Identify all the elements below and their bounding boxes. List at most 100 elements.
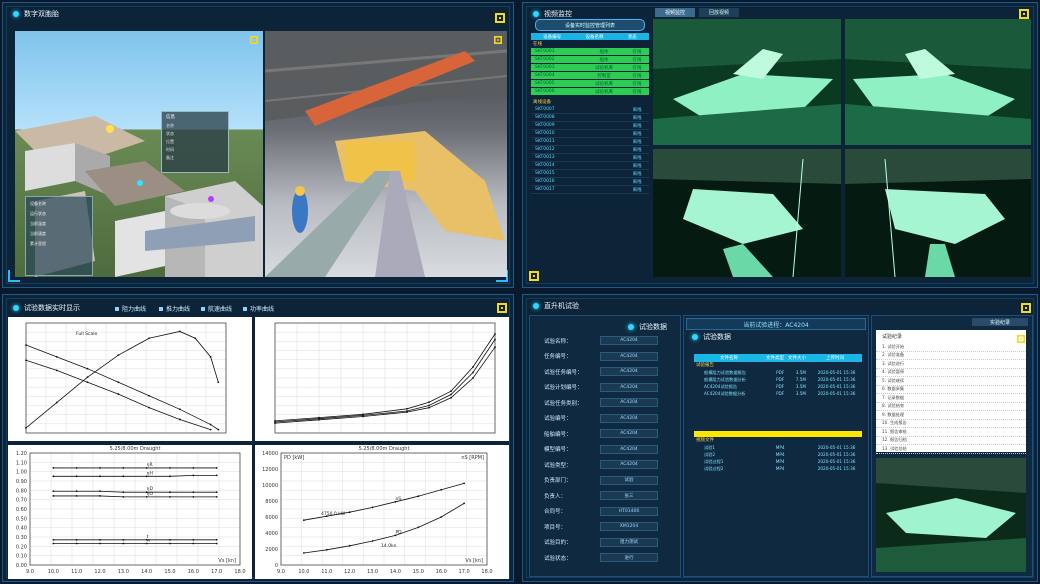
record-item[interactable]: 2. 试验准备 [876, 352, 1026, 360]
device-row[interactable]: SKT0015 离线 [531, 170, 649, 178]
record-item[interactable]: 12. 报告归档 [876, 437, 1026, 445]
device-list: 设备实时监控管理列表 设备编号 设备名称 状态 在线 SKT0001 船体 在线 SK… [531, 17, 649, 279]
camera-view-3[interactable] [653, 149, 841, 277]
device-list-button[interactable]: 设备实时监控管理列表 [535, 19, 645, 31]
field-value[interactable]: XM1204 [600, 522, 658, 531]
device-row[interactable]: SKT0001 船体 在线 [531, 48, 649, 55]
series-label: PD [395, 529, 402, 535]
device-row[interactable]: SKT0005 试验机库 在线 [531, 80, 649, 87]
record-item[interactable]: 7. 记录数据 [876, 394, 1026, 403]
device-row[interactable]: SKT0016 离线 [531, 178, 649, 186]
tab-resistance[interactable]: 阻力曲线 [115, 304, 146, 313]
field-value[interactable]: AC4204 [600, 413, 658, 423]
data-point [362, 413, 364, 416]
field-value[interactable]: AC4204 [600, 351, 658, 361]
device-row[interactable]: SKT0002 船体 在线 [531, 56, 649, 63]
camera-view-4[interactable] [845, 149, 1031, 277]
record-item[interactable]: 8. 试验结束 [876, 403, 1026, 411]
expand-icon[interactable] [1017, 335, 1025, 343]
device-row[interactable]: SKT0011 离线 [531, 138, 649, 146]
device-row[interactable]: SKT0007 离线 [531, 106, 649, 114]
x-tick-label: 11.0 [321, 569, 332, 575]
field-value[interactable]: AC4204 [600, 429, 658, 438]
device-row[interactable]: SKT0009 离线 [531, 122, 649, 130]
y-tick-label: 8000 [265, 499, 278, 505]
field-value[interactable]: 张三 [600, 491, 658, 500]
expand-icon[interactable] [1019, 9, 1029, 19]
table-row[interactable]: 试验1 MP4 2020-05-01 15:36 [694, 444, 862, 451]
data-point [192, 495, 195, 498]
table-row[interactable]: 试验过程2 MP4 2020-05-01 15:36 [694, 465, 862, 472]
field-value[interactable]: AC4204 [600, 398, 658, 407]
data-point [217, 381, 220, 384]
tab-power[interactable]: 功率曲线 [243, 304, 274, 313]
expand-icon[interactable] [250, 36, 258, 44]
record-item[interactable]: 9. 数据处理 [876, 411, 1026, 420]
tab-video-monitor[interactable]: 视频监控 [655, 8, 695, 17]
data-point [52, 542, 55, 545]
x-tick-label: 9.0 [26, 569, 34, 575]
3d-city-scene[interactable]: 信息 名称 状态 位置 时间 备注 设备名称 运行状态 当前温度 当前速度 累计… [15, 31, 263, 277]
device-row[interactable]: SKT0003 试验机库 在线 [531, 64, 649, 71]
data-point [86, 381, 89, 384]
table-row[interactable]: 船模阻力试验数据报告 PDF 3.5M 2020-05-01 15:36 [694, 369, 862, 376]
table-header-cell: 文件大小 [788, 356, 806, 361]
tooltip-title: 信息 [166, 115, 175, 120]
record-item[interactable]: 3. 试验进行 [876, 360, 1026, 369]
field-value[interactable]: AC4204 [600, 367, 658, 376]
table-row[interactable]: 试验过程1 MP4 2020-05-01 15:36 [694, 458, 862, 465]
record-tab[interactable]: 实验纪录 [972, 318, 1028, 326]
y-tick-label: 1.10 [16, 460, 27, 466]
device-row[interactable]: SKT0013 离线 [531, 154, 649, 162]
field-value[interactable]: AC4204 [600, 460, 658, 469]
factory-camera-view[interactable] [265, 31, 507, 277]
record-item[interactable]: 10. 生成报告 [876, 420, 1026, 428]
data-point [169, 495, 171, 498]
expand-icon[interactable] [497, 303, 507, 313]
field-label: 任务编号： [544, 354, 572, 360]
record-item[interactable]: 6. 数据采集 [876, 386, 1026, 394]
data-point [169, 467, 171, 469]
field-label: 合同号： [544, 509, 567, 515]
record-camera-view[interactable] [876, 458, 1026, 572]
device-row[interactable]: SKT0004 控制室 在线 [531, 72, 649, 79]
device-row[interactable]: SKT0012 离线 [531, 146, 649, 154]
table-row[interactable]: 试验2 MP4 2020-05-01 15:36 [694, 451, 862, 458]
record-item[interactable]: 13. 试验总结 [876, 445, 1026, 454]
file-name: 试验1 [704, 444, 716, 450]
field-value[interactable]: 进行 [600, 553, 658, 562]
y-tick-label: 0.80 [16, 488, 27, 494]
record-item[interactable]: 5. 试验继续 [876, 377, 1026, 386]
field-value[interactable]: 阻力测试 [600, 537, 658, 547]
tab-speed[interactable]: 航速曲线 [201, 304, 232, 313]
device-id: SKT0006 [535, 89, 555, 94]
device-row[interactable]: SKT0017 离线 [531, 186, 649, 194]
data-point [75, 467, 78, 469]
field-value[interactable]: AC4204 [600, 444, 658, 454]
device-row[interactable]: SKT0010 离线 [531, 130, 649, 138]
data-point [348, 511, 351, 514]
camera-view-1[interactable] [653, 19, 841, 145]
device-row[interactable]: SKT0006 试验机库 在线 [531, 88, 649, 95]
table-row[interactable]: 船模阻力试验数据分析 PDF 7.5M 2020-05-01 15:36 [694, 376, 862, 383]
expand-icon[interactable] [1021, 303, 1031, 313]
field-value[interactable]: HT01406 [600, 506, 658, 516]
device-row[interactable]: SKT0008 离线 [531, 114, 649, 122]
x-tick-label: 14.0 [390, 569, 401, 575]
table-row[interactable]: AC4204试验数据分析 PDF 3.5M 2020-05-01 15:36 [694, 390, 862, 397]
expand-icon[interactable] [494, 36, 502, 44]
tab-thrust[interactable]: 推力曲线 [159, 304, 190, 313]
record-sheet-header: 试验纪录 [882, 334, 903, 340]
device-row[interactable]: SKT0014 离线 [531, 162, 649, 170]
camera-view-2[interactable] [845, 19, 1031, 145]
record-item[interactable]: 11. 报告审核 [876, 428, 1026, 437]
data-point [209, 428, 212, 431]
tab-video-replay[interactable]: 回放视频 [699, 8, 739, 17]
record-item[interactable]: 4. 试验暂停 [876, 369, 1026, 377]
field-value[interactable]: 试验 [600, 475, 658, 485]
field-value[interactable]: AC4204 [600, 336, 658, 345]
record-item[interactable]: 1. 试验开始 [876, 343, 1026, 352]
expand-icon[interactable] [495, 13, 505, 23]
table-row[interactable]: AC4204试验报告 PDF 3.5M 2020-05-01 15:36 [694, 383, 862, 390]
field-value[interactable]: AC4204 [600, 382, 658, 392]
